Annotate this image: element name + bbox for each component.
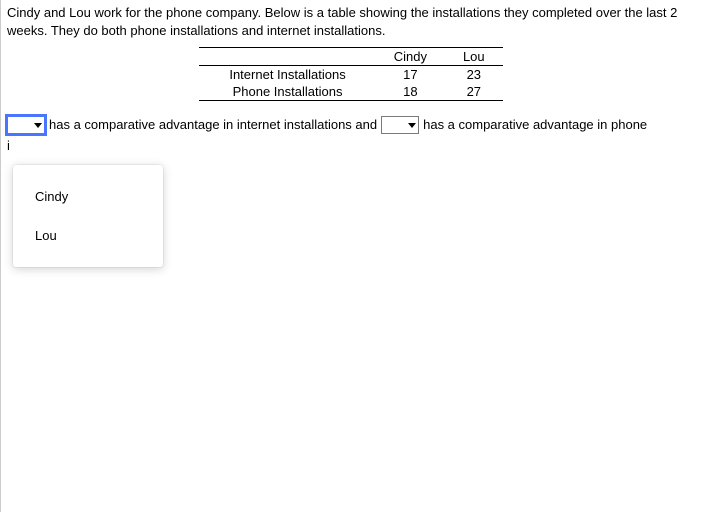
- installations-table: Cindy Lou Internet Installations 17 23 P…: [199, 47, 502, 101]
- cell-internet-cindy: 17: [376, 66, 445, 84]
- cell-internet-lou: 23: [445, 66, 503, 84]
- row-label-phone: Phone Installations: [199, 83, 375, 101]
- dropdown-option-lou[interactable]: Lou: [13, 216, 163, 255]
- chevron-down-icon: [408, 123, 416, 128]
- dropdown-1-menu[interactable]: Cindy Lou: [13, 165, 163, 267]
- dropdown-option-cindy[interactable]: Cindy: [13, 177, 163, 216]
- cell-phone-lou: 27: [445, 83, 503, 101]
- sentence-seg-1: has a comparative advantage in internet …: [49, 115, 377, 136]
- col-header-cindy: Cindy: [376, 48, 445, 66]
- row-label-internet: Internet Installations: [199, 66, 375, 84]
- sentence-trailing: i: [7, 138, 695, 153]
- chevron-down-icon: [34, 123, 42, 128]
- cell-phone-cindy: 18: [376, 83, 445, 101]
- dropdown-2[interactable]: [381, 116, 419, 134]
- problem-intro: Cindy and Lou work for the phone company…: [7, 4, 695, 39]
- dropdown-1[interactable]: [7, 116, 45, 134]
- answer-sentence: has a comparative advantage in internet …: [7, 115, 695, 136]
- data-table-wrap: Cindy Lou Internet Installations 17 23 P…: [7, 47, 695, 101]
- sentence-seg-2: has a comparative advantage in phone: [423, 115, 647, 136]
- col-header-lou: Lou: [445, 48, 503, 66]
